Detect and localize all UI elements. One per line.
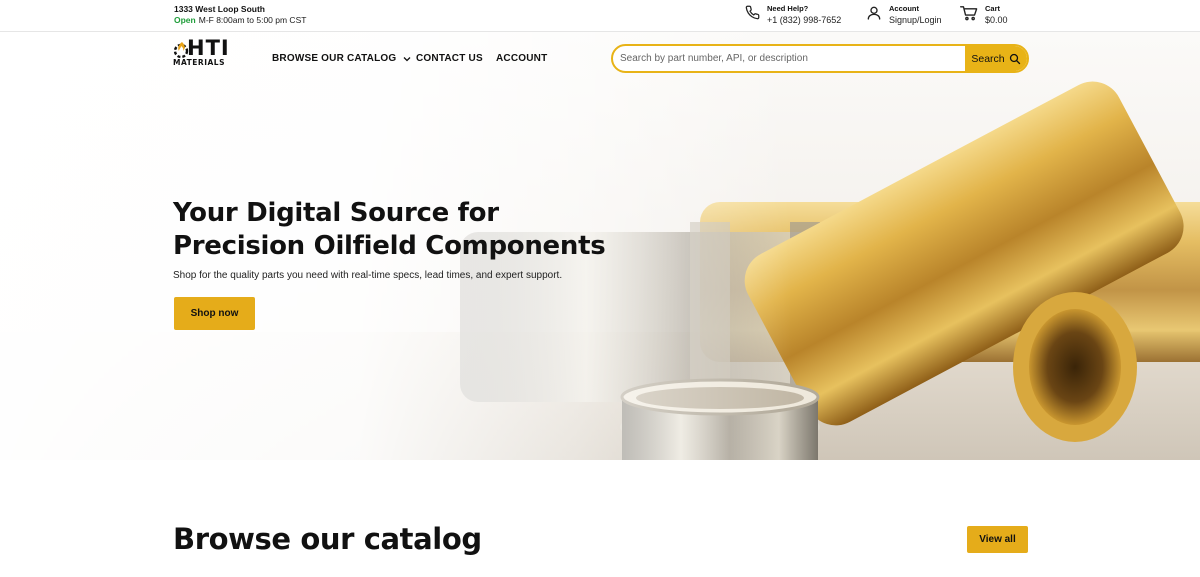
browse-catalog-title: Browse our catalog	[173, 522, 482, 556]
hero-headline: Your Digital Source for Precision Oilfie…	[173, 197, 606, 263]
brand-sub: MATERIALS	[173, 58, 225, 67]
user-icon	[867, 6, 881, 20]
search-button-label: Search	[971, 52, 1005, 65]
help-label: Need Help?	[767, 4, 809, 13]
help-phone: +1 (832) 998-7652	[767, 14, 842, 25]
nav-contact-label: CONTACT US	[416, 53, 483, 64]
store-hours: M-F 8:00am to 5:00 pm CST	[198, 15, 307, 25]
nav-browse-catalog[interactable]: BROWSE OUR CATALOG	[272, 53, 411, 64]
store-address: 1333 West Loop South	[174, 4, 265, 14]
search-button[interactable]: Search	[965, 46, 1027, 71]
browse-section	[0, 460, 1200, 577]
search-input[interactable]	[613, 46, 965, 71]
account-label: Account	[889, 4, 919, 13]
signup-login-link[interactable]: Signup/Login	[889, 15, 942, 26]
search-icon	[1009, 53, 1020, 64]
nav-account[interactable]: ACCOUNT	[496, 53, 547, 64]
phone-icon	[745, 5, 760, 20]
search-bar: Search	[611, 44, 1029, 73]
nav-catalog-label: BROWSE OUR CATALOG	[272, 53, 397, 64]
cart-label: Cart	[985, 4, 1001, 13]
hero-headline-line1: Your Digital Source for	[173, 198, 499, 228]
utility-bar: 1333 West Loop South Open M-F 8:00am to 5…	[0, 0, 1200, 32]
hti-materials-logo[interactable]: HTI MATERIALS	[173, 36, 243, 70]
nav-account-label: ACCOUNT	[496, 53, 548, 64]
nav-contact-us[interactable]: CONTACT US	[416, 53, 483, 64]
account-link[interactable]: Account Signup/Login	[866, 4, 942, 25]
cart-link[interactable]: Cart $0.00	[960, 4, 1008, 25]
hero-subtext: Shop for the quality parts you need with…	[173, 270, 563, 281]
cart-total: $0.00	[985, 14, 1008, 25]
hero-headline-line2: Precision Oilfield Components	[173, 231, 606, 261]
store-info: 1333 West Loop South Open M-F 8:00am to 5…	[174, 4, 306, 26]
open-status: Open	[174, 15, 196, 25]
chevron-down-icon	[403, 56, 411, 61]
brand-name: HTI	[187, 36, 230, 60]
cart-icon	[960, 6, 978, 21]
help-phone-link[interactable]: Need Help? +1 (832) 998-7652	[745, 4, 841, 25]
shop-now-button[interactable]: Shop now	[174, 297, 255, 330]
view-all-button[interactable]: View all	[967, 526, 1028, 553]
